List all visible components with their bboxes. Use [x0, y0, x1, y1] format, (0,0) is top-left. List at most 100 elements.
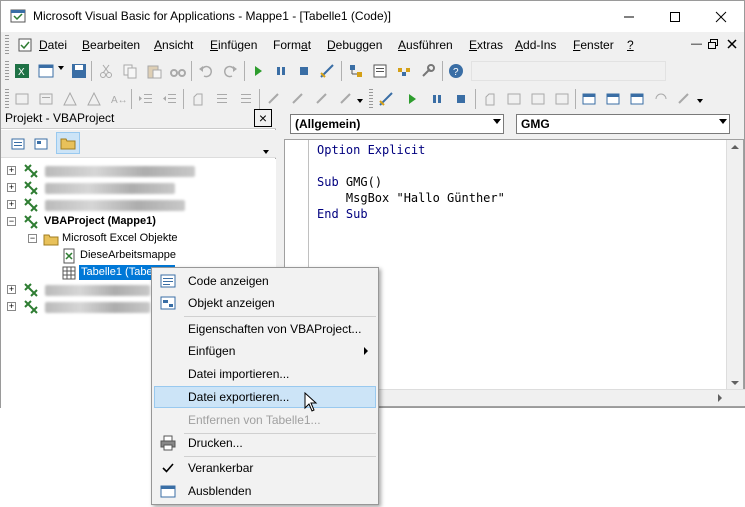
menu-item-objekt-anzeigen[interactable]: Objekt anzeigen [154, 292, 376, 314]
watch-window-icon[interactable] [629, 91, 645, 107]
outdent-icon[interactable] [162, 91, 178, 107]
design-mode-icon[interactable] [378, 91, 394, 107]
menu-item-eigenschaften[interactable]: Eigenschaften von VBAProject... [154, 318, 376, 340]
insert-userform-icon[interactable] [38, 63, 54, 79]
object-browser-icon[interactable] [396, 63, 412, 79]
toggle-breakpoint-icon[interactable] [190, 91, 206, 107]
toggle-bookmark-icon[interactable] [266, 91, 282, 107]
view-object-icon[interactable] [33, 136, 49, 152]
stop-icon[interactable] [296, 63, 312, 79]
pause-icon[interactable] [429, 91, 445, 107]
pause-icon[interactable] [273, 63, 289, 79]
clear-bookmarks-icon[interactable] [338, 91, 354, 107]
menu-item-drucken[interactable]: Drucken... [154, 432, 376, 454]
menu-item-ausblenden[interactable]: Ausblenden [154, 480, 376, 502]
previous-bookmark-icon[interactable] [314, 91, 330, 107]
menu-help[interactable]: ? [627, 38, 634, 52]
title-bar[interactable]: Microsoft Visual Basic for Applications … [1, 1, 744, 32]
expand-icon[interactable]: + [7, 200, 16, 209]
collapse-icon[interactable]: − [7, 217, 16, 226]
paste-icon[interactable] [146, 63, 162, 79]
project-explorer-close-button[interactable]: × [254, 109, 272, 127]
chevron-down-icon[interactable] [263, 150, 269, 154]
immediate-window-icon[interactable] [605, 91, 621, 107]
step-out-icon[interactable] [554, 91, 570, 107]
procedure-combobox[interactable]: GMG [516, 114, 730, 134]
menu-format[interactable]: Format [273, 38, 311, 52]
mdi-minimize-button[interactable]: — [691, 38, 702, 50]
list-constants-icon[interactable] [38, 91, 54, 107]
menu-ansicht[interactable]: Ansicht [154, 38, 193, 52]
menu-bearbeiten[interactable]: Bearbeiten [82, 38, 140, 52]
locals-window-icon[interactable] [581, 91, 597, 107]
minimize-button[interactable] [606, 1, 652, 32]
chevron-down-icon[interactable] [58, 66, 64, 70]
project-explorer-icon[interactable] [348, 63, 364, 79]
quick-info-icon[interactable] [62, 91, 78, 107]
mdi-restore-icon[interactable] [708, 39, 718, 49]
menu-ausfuehren[interactable]: Ausführen [398, 38, 453, 52]
expand-icon[interactable]: + [7, 302, 16, 311]
toolbar-grip[interactable] [5, 61, 9, 81]
step-over-icon[interactable] [530, 91, 546, 107]
menu-item-datei-exportieren[interactable]: Datei exportieren... [154, 386, 376, 408]
indent-icon[interactable] [138, 91, 154, 107]
toolbar-grip[interactable] [369, 89, 373, 109]
scroll-up-icon[interactable] [731, 144, 739, 150]
menu-extras[interactable]: Extras [469, 38, 503, 52]
menubar-grip[interactable] [5, 35, 9, 55]
undo-icon[interactable] [198, 63, 214, 79]
menu-datei[interactable]: Datei [39, 38, 67, 52]
chevron-down-icon[interactable] [357, 99, 363, 103]
toggle-breakpoint-icon[interactable] [482, 91, 498, 107]
chevron-down-icon[interactable] [493, 119, 501, 124]
copy-icon[interactable] [122, 63, 138, 79]
maximize-button[interactable] [652, 1, 698, 32]
run-icon[interactable] [250, 63, 266, 79]
menu-addins[interactable]: Add-Ins [515, 38, 556, 52]
toggle-folders-button[interactable] [56, 132, 80, 154]
quick-watch-icon[interactable] [653, 91, 669, 107]
find-icon[interactable] [170, 63, 186, 79]
cut-icon[interactable] [98, 63, 114, 79]
parameter-info-icon[interactable] [86, 91, 102, 107]
chevron-down-icon[interactable] [697, 99, 703, 103]
expand-icon[interactable]: + [7, 183, 16, 192]
menu-item-code-anzeigen[interactable]: Code anzeigen [154, 270, 376, 292]
scroll-right-icon[interactable] [717, 394, 723, 402]
call-stack-icon[interactable] [676, 91, 692, 107]
design-mode-icon[interactable] [319, 63, 335, 79]
redo-icon[interactable] [222, 63, 238, 79]
close-window-button[interactable] [698, 1, 744, 32]
expand-icon[interactable]: + [7, 285, 16, 294]
menu-fenster[interactable]: Fenster [573, 38, 614, 52]
object-combobox[interactable]: (Allgemein) [290, 114, 504, 134]
view-code-icon[interactable] [10, 136, 26, 152]
save-icon[interactable] [71, 63, 87, 79]
properties-icon[interactable] [372, 63, 388, 79]
menu-item-verankerbar[interactable]: Verankerbar [154, 457, 376, 479]
complete-word-icon[interactable]: A↔ [110, 91, 126, 107]
collapse-icon[interactable]: − [28, 234, 37, 243]
location-box[interactable] [471, 61, 666, 81]
chevron-down-icon[interactable] [719, 119, 727, 124]
step-into-icon[interactable] [506, 91, 522, 107]
comment-block-icon[interactable] [214, 91, 230, 107]
toolbar-grip[interactable] [5, 89, 9, 109]
next-bookmark-icon[interactable] [290, 91, 306, 107]
excel-icon[interactable]: X [14, 63, 30, 79]
uncomment-block-icon[interactable] [238, 91, 254, 107]
list-properties-icon[interactable] [14, 91, 30, 107]
run-icon[interactable] [404, 91, 420, 107]
toolbox-icon[interactable] [420, 63, 436, 79]
expand-icon[interactable]: + [7, 166, 16, 175]
scroll-down-icon[interactable] [731, 380, 739, 386]
vertical-scrollbar[interactable] [726, 140, 743, 390]
menu-item-datei-importieren[interactable]: Datei importieren... [154, 363, 376, 385]
mdi-close-icon[interactable] [727, 39, 737, 49]
menu-einfuegen[interactable]: Einfügen [210, 38, 257, 52]
menu-item-einfuegen[interactable]: Einfügen [154, 340, 376, 362]
menu-item-entfernen[interactable]: Entfernen von Tabelle1... [154, 409, 376, 431]
stop-icon[interactable] [453, 91, 469, 107]
menu-debuggen[interactable]: Debuggen [327, 38, 382, 52]
